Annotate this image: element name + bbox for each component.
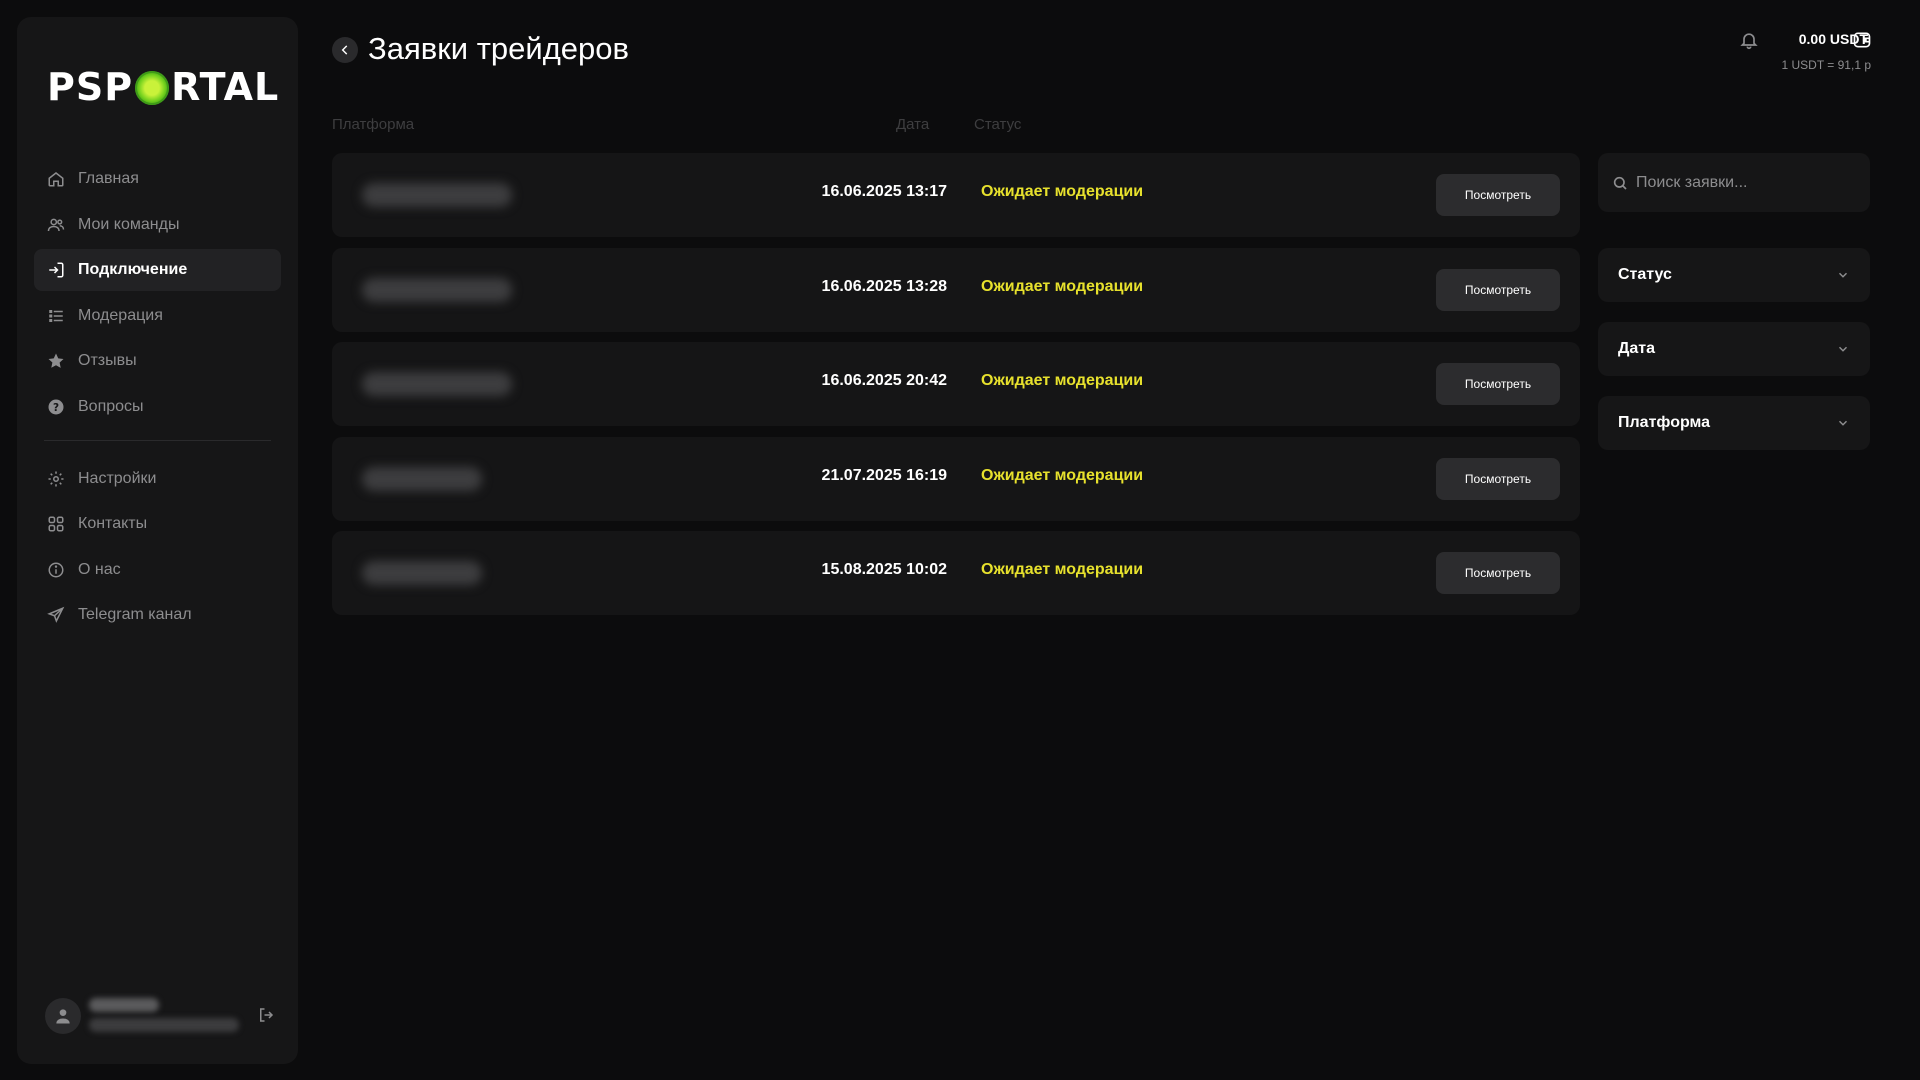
list-icon (46, 306, 66, 326)
chevron-down-icon (1838, 346, 1848, 352)
chevron-down-icon (1838, 272, 1848, 278)
row-date: 15.08.2025 10:02 (821, 561, 947, 578)
logout-icon[interactable] (257, 1006, 275, 1024)
gear-icon (46, 469, 66, 489)
filter-label: Дата (1618, 340, 1656, 357)
platform-name-redacted (362, 372, 512, 396)
sidebar-item-settings[interactable]: Настройки (34, 458, 281, 500)
sidebar-item-label: Главная (78, 170, 139, 187)
sidebar-item-label: Модерация (78, 306, 163, 324)
table-row[interactable]: 16.06.2025 20:42 Ожидает модерации Посмо… (332, 342, 1580, 426)
filter-date-dropdown[interactable]: Дата (1598, 322, 1870, 376)
sidebar-item-label: Вопросы (78, 397, 144, 415)
platform-name-redacted (362, 467, 482, 491)
wallet-icon[interactable] (1852, 30, 1872, 50)
search-input[interactable] (1636, 173, 1856, 192)
sidebar-item-telegram[interactable]: Telegram канал (34, 594, 281, 636)
sidebar-item-label: Контакты (78, 515, 148, 532)
chevron-down-icon (1838, 420, 1848, 426)
grid-icon (46, 514, 66, 534)
sidebar-item-label: О нас (78, 560, 121, 578)
question-icon: ? (46, 397, 66, 417)
view-button[interactable]: Посмотреть (1436, 174, 1560, 216)
sidebar-item-reviews[interactable]: Отзывы (34, 340, 281, 382)
info-icon (46, 560, 66, 580)
row-date: 16.06.2025 20:42 (821, 372, 947, 389)
sidebar-item-label: Подключение (78, 261, 188, 278)
status-badge: Ожидает модерации (981, 561, 1144, 578)
column-header-date[interactable]: Дата (896, 116, 929, 133)
view-button[interactable]: Посмотреть (1436, 458, 1560, 500)
chevron-left-icon (341, 45, 348, 55)
exchange-rate: 1 USDT = 91,1 р (1781, 58, 1872, 72)
status-badge: Ожидает модерации (981, 372, 1144, 389)
sidebar-item-questions[interactable]: ? Вопросы (34, 386, 281, 428)
login-icon (46, 260, 66, 280)
users-icon (46, 215, 66, 235)
row-date: 16.06.2025 13:28 (821, 278, 947, 295)
platform-name-redacted (362, 183, 512, 207)
send-icon (46, 605, 66, 625)
table-row[interactable]: 21.07.2025 16:19 Ожидает модерации Посмо… (332, 437, 1580, 521)
status-badge: Ожидает модерации (981, 278, 1144, 295)
sidebar-item-label: Отзывы (78, 352, 137, 369)
home-icon (46, 169, 66, 189)
status-badge: Ожидает модерации (981, 183, 1144, 200)
platform-name-redacted (362, 278, 512, 302)
page-title: Заявки трейдеров (368, 31, 629, 66)
filter-label: Платформа (1618, 414, 1711, 431)
logo-text-left: PSP (47, 65, 134, 109)
back-button[interactable] (332, 37, 358, 63)
filter-platform-dropdown[interactable]: Платформа (1598, 396, 1870, 450)
brand-logo[interactable]: PSP RTAL (47, 55, 279, 119)
status-badge: Ожидает модерации (981, 467, 1144, 484)
platform-name-redacted (362, 561, 482, 585)
logo-text-right: RTAL (171, 65, 280, 109)
sidebar-item-teams[interactable]: Мои команды (34, 204, 281, 246)
sidebar-item-label: Мои команды (78, 215, 180, 233)
user-profile[interactable] (45, 994, 275, 1038)
row-date: 21.07.2025 16:19 (821, 467, 947, 484)
avatar (45, 998, 81, 1034)
view-button[interactable]: Посмотреть (1436, 363, 1560, 405)
user-icon (56, 1009, 70, 1024)
sidebar-item-moderation[interactable]: Модерация (34, 295, 281, 337)
column-header-status[interactable]: Статус (974, 116, 1021, 133)
view-button[interactable]: Посмотреть (1436, 269, 1560, 311)
bell-icon[interactable] (1739, 30, 1759, 50)
sidebar-item-connection[interactable]: Подключение (34, 249, 281, 291)
table-row[interactable]: 16.06.2025 13:28 Ожидает модерации Посмо… (332, 248, 1580, 332)
star-icon (46, 351, 66, 371)
sidebar-nav: Главная Мои команды Подключение Модераци… (34, 158, 281, 640)
filter-label: Статус (1618, 266, 1672, 283)
row-date: 16.06.2025 13:17 (821, 183, 947, 200)
table-row[interactable]: 16.06.2025 13:17 Ожидает модерации Посмо… (332, 153, 1580, 237)
sidebar-divider (44, 439, 271, 441)
sidebar-item-home[interactable]: Главная (34, 158, 281, 200)
filter-status-dropdown[interactable]: Статус (1598, 248, 1870, 302)
search-icon (1613, 176, 1627, 190)
column-header-platform[interactable]: Платформа (332, 116, 414, 133)
search-box[interactable] (1598, 153, 1870, 212)
sidebar: PSP RTAL Главная Мои команды Подключение … (17, 17, 298, 1064)
logo-orb-icon (135, 71, 170, 105)
svg-text:?: ? (53, 401, 59, 413)
sidebar-item-contacts[interactable]: Контакты (34, 503, 281, 545)
sidebar-item-label: Telegram канал (78, 606, 192, 623)
sidebar-item-about[interactable]: О нас (34, 549, 281, 591)
table-row[interactable]: 15.08.2025 10:02 Ожидает модерации Посмо… (332, 531, 1580, 615)
user-email-redacted (89, 1018, 239, 1032)
view-button[interactable]: Посмотреть (1436, 552, 1560, 594)
user-name-redacted (89, 998, 159, 1012)
sidebar-item-label: Настройки (78, 469, 157, 487)
